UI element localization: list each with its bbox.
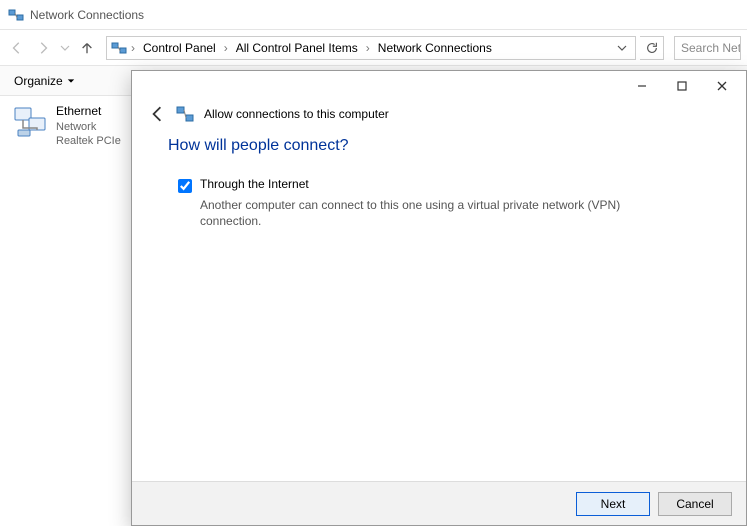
recent-dropdown[interactable]	[58, 37, 72, 59]
address-dropdown[interactable]	[613, 43, 631, 53]
connection-adapter: Realtek PCIe	[56, 134, 121, 148]
back-button[interactable]	[6, 37, 28, 59]
network-wizard-icon	[176, 105, 194, 123]
next-button[interactable]: Next	[576, 492, 650, 516]
maximize-button[interactable]	[662, 73, 702, 99]
wizard-dialog: Allow connections to this computer How w…	[131, 70, 747, 526]
chevron-down-icon	[67, 77, 75, 85]
organize-label: Organize	[14, 74, 63, 88]
address-bar[interactable]: › Control Panel › All Control Panel Item…	[106, 36, 636, 60]
connection-status: Network	[56, 120, 121, 134]
breadcrumb-item[interactable]: Control Panel	[139, 39, 220, 57]
up-button[interactable]	[76, 37, 98, 59]
refresh-button[interactable]	[640, 36, 664, 60]
cancel-button[interactable]: Cancel	[658, 492, 732, 516]
dialog-header: Allow connections to this computer	[132, 101, 746, 137]
option-description: Another computer can connect to this one…	[200, 197, 660, 229]
breadcrumb-item[interactable]: All Control Panel Items	[232, 39, 362, 57]
option-through-internet[interactable]: Through the Internet	[178, 177, 710, 193]
chevron-right-icon[interactable]: ›	[222, 41, 230, 55]
search-input[interactable]: Search Netw	[674, 36, 741, 60]
search-placeholder: Search Netw	[681, 41, 741, 55]
wizard-back-button[interactable]	[148, 105, 166, 123]
chevron-right-icon[interactable]: ›	[129, 41, 137, 55]
option-label: Through the Internet	[200, 177, 309, 191]
dialog-heading: How will people connect?	[168, 137, 710, 155]
titlebar: Network Connections	[0, 0, 747, 30]
navbar: › Control Panel › All Control Panel Item…	[0, 30, 747, 66]
network-connections-icon	[111, 40, 127, 56]
minimize-button[interactable]	[622, 73, 662, 99]
forward-button[interactable]	[32, 37, 54, 59]
dialog-titlebar	[132, 71, 746, 101]
dialog-body: How will people connect? Through the Int…	[132, 137, 746, 481]
organize-menu[interactable]: Organize	[8, 72, 81, 90]
window-title: Network Connections	[30, 8, 144, 22]
dialog-footer: Next Cancel	[132, 481, 746, 525]
dialog-header-text: Allow connections to this computer	[204, 107, 389, 121]
close-button[interactable]	[702, 73, 742, 99]
network-connections-icon	[8, 7, 24, 23]
through-internet-checkbox[interactable]	[178, 179, 192, 193]
connection-text: Ethernet Network Realtek PCIe	[56, 104, 121, 148]
ethernet-icon	[12, 104, 48, 140]
connection-name: Ethernet	[56, 104, 121, 120]
chevron-right-icon[interactable]: ›	[364, 41, 372, 55]
breadcrumb-item[interactable]: Network Connections	[374, 39, 496, 57]
